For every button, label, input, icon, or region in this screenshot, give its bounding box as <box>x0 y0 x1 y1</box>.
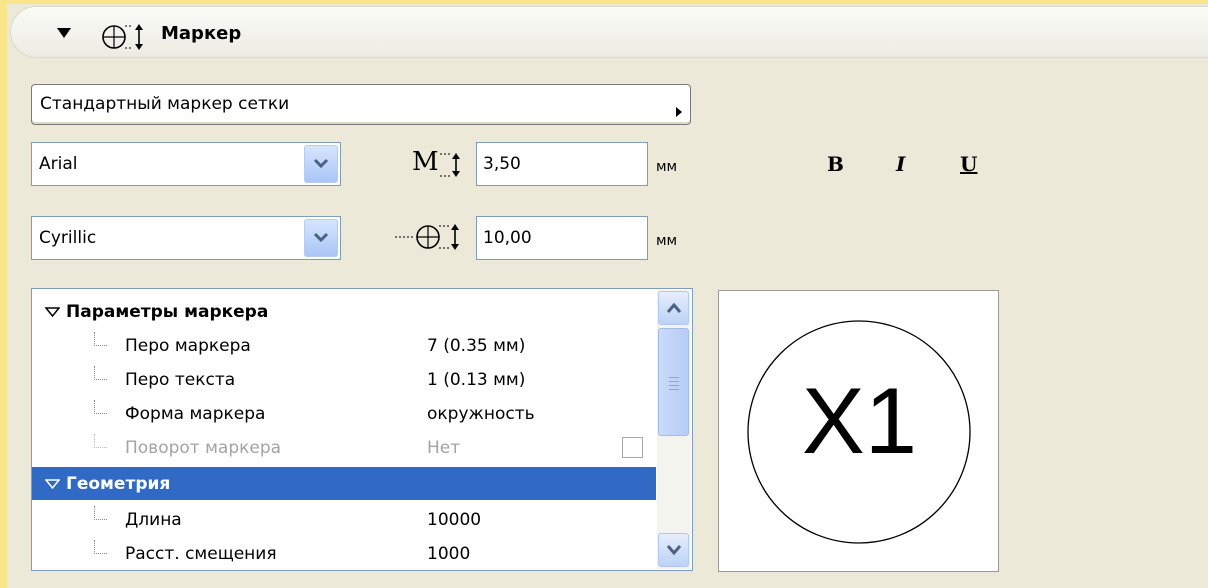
tree-group-label: Параметры маркера <box>66 302 269 322</box>
text-size-unit: мм <box>656 159 678 175</box>
scroll-down-button[interactable] <box>658 533 689 567</box>
tree-group-label: Геометрия <box>66 474 171 494</box>
tree-row-value[interactable]: 7 (0.35 мм) <box>427 336 525 356</box>
font-family-select[interactable]: Arial <box>31 142 341 186</box>
marker-preview: X1 <box>718 290 999 572</box>
text-size-letter: M <box>412 147 439 177</box>
tree-row[interactable]: Форма маркера окружность <box>32 397 656 430</box>
text-size-input[interactable]: 3,50 <box>476 142 648 186</box>
tree-group-marker-params[interactable]: Параметры маркера <box>32 295 656 328</box>
collapse-triangle-icon[interactable] <box>57 28 71 38</box>
tree-row-label: Перо маркера <box>125 336 251 356</box>
marker-section-header[interactable]: Маркер <box>10 6 1208 58</box>
italic-button[interactable]: I <box>896 152 905 176</box>
marker-height-icon <box>102 24 143 50</box>
underline-button[interactable]: U <box>960 152 977 176</box>
tree-row-disabled: Поворот маркера Нет <box>32 431 656 464</box>
chevron-down-icon <box>313 158 329 169</box>
tree-row[interactable]: Перо маркера 7 (0.35 мм) <box>32 329 656 362</box>
rotation-checkbox <box>622 437 643 458</box>
font-script-select[interactable]: Cyrillic <box>31 216 341 260</box>
marker-size-unit: мм <box>656 233 678 249</box>
expand-triangle-icon[interactable] <box>45 307 60 317</box>
marker-style-select[interactable]: Стандартный маркер сетки <box>31 84 691 125</box>
tree-connector <box>94 400 107 414</box>
tree-connector <box>94 332 107 346</box>
tree-row-value[interactable]: 10000 <box>427 510 481 530</box>
chevron-up-icon <box>666 302 682 313</box>
tree-row-value[interactable]: 1 (0.13 мм) <box>427 370 525 390</box>
font-family-value: Arial <box>39 154 78 174</box>
tree-row-value[interactable]: окружность <box>427 404 535 424</box>
grip-line <box>669 381 679 382</box>
tree-connector <box>94 366 107 380</box>
grip-line <box>669 377 679 378</box>
dropdown-button[interactable] <box>304 219 338 257</box>
chevron-right-icon <box>676 107 682 117</box>
tree-group-geometry[interactable]: Геометрия <box>32 467 656 500</box>
marker-size-value: 10,00 <box>483 228 532 248</box>
dropdown-button[interactable] <box>304 145 338 183</box>
scroll-up-button[interactable] <box>658 291 689 325</box>
tree-row-label: Перо текста <box>125 370 236 390</box>
expand-triangle-icon[interactable] <box>45 479 60 489</box>
marker-size-icon <box>395 224 459 250</box>
grip-line <box>669 389 679 390</box>
tree-row[interactable]: Расст. смещения 1000 <box>32 537 656 570</box>
marker-size-input[interactable]: 10,00 <box>476 216 648 260</box>
scroll-thumb[interactable] <box>658 328 689 436</box>
grip-line <box>669 385 679 386</box>
tree-row-value: Нет <box>427 438 461 458</box>
tree-row-label: Форма маркера <box>125 404 266 424</box>
bold-button[interactable]: B <box>827 152 844 176</box>
chevron-down-icon <box>313 232 329 243</box>
section-title: Маркер <box>161 23 242 44</box>
tree-row-label: Поворот маркера <box>125 438 282 458</box>
tree-connector <box>94 540 107 554</box>
tree-row-label: Расст. смещения <box>125 544 277 564</box>
font-script-value: Cyrillic <box>39 228 97 248</box>
tree-row-label: Длина <box>125 510 182 530</box>
tree-row[interactable]: Перо текста 1 (0.13 мм) <box>32 363 656 396</box>
tree-row-value[interactable]: 1000 <box>427 544 470 564</box>
vertical-scrollbar[interactable] <box>657 290 691 569</box>
marker-style-value: Стандартный маркер сетки <box>40 94 290 114</box>
tree-row[interactable]: Длина 10000 <box>32 503 656 536</box>
marker-preview-label: X1 <box>802 368 917 473</box>
marker-settings-tree[interactable]: Параметры маркера Перо маркера 7 (0.35 м… <box>31 288 693 571</box>
text-size-value: 3,50 <box>483 154 521 174</box>
chevron-down-icon <box>666 545 682 556</box>
tree-connector <box>94 434 107 448</box>
text-size-label: M <box>412 147 468 185</box>
tree-connector <box>94 506 107 520</box>
